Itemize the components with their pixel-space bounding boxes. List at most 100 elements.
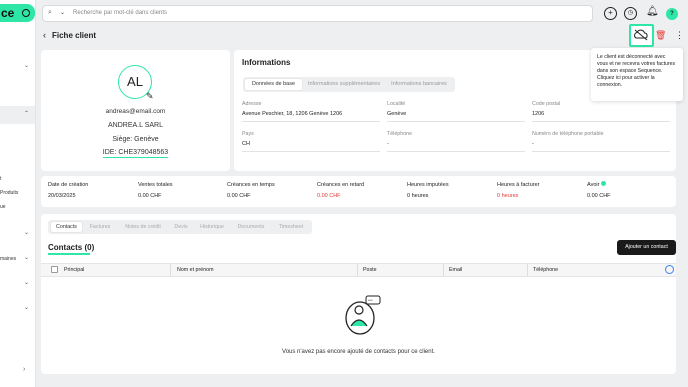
field-label: Code postal: [532, 101, 561, 107]
stat-label: Créances en retard: [317, 182, 365, 188]
field-value: CH: [242, 141, 250, 147]
stat-value: 20/03/2025: [48, 193, 76, 199]
sidebar-item-ue[interactable]: ue: [0, 204, 6, 210]
client-siege: Siège: Genève: [112, 136, 159, 143]
column-settings-icon[interactable]: [665, 265, 674, 274]
stat-value: 0.00 CHF: [138, 193, 162, 199]
field-label: Adresse: [242, 101, 262, 107]
chevron-down-icon[interactable]: ⌄: [24, 229, 29, 236]
chevron-down-icon[interactable]: ⌄: [60, 9, 65, 16]
column-header[interactable]: Poste: [363, 267, 377, 273]
clock-icon[interactable]: ◷: [624, 7, 637, 20]
sidebar-active-item[interactable]: ⌃: [0, 106, 35, 124]
sidebar-item-maines[interactable]: maines: [0, 256, 16, 262]
contacts-title: Contacts (0): [48, 243, 95, 252]
chevron-down-icon[interactable]: ⌄: [24, 254, 29, 261]
select-all-checkbox[interactable]: [51, 266, 58, 273]
back-arrow-icon[interactable]: ‹: [43, 30, 46, 40]
sidebar-item-produits[interactable]: Produits: [0, 190, 18, 196]
info-dot-icon[interactable]: [601, 181, 606, 186]
stat-value: 0.00 CHF: [317, 193, 341, 199]
divider: [242, 121, 380, 122]
search-bar[interactable]: ⌕ ⌄ Recherche par mot-clé dans clients: [42, 5, 593, 22]
svg-text:***: ***: [368, 298, 373, 303]
bell-icon[interactable]: 🔔︎: [646, 6, 659, 17]
cloud-off-icon: [634, 29, 648, 41]
stat-value: 0.00 CHF: [587, 193, 611, 199]
empty-contacts-illustration: ***: [345, 295, 381, 335]
client-company: ANDREA.L SARL: [108, 122, 163, 129]
column-header[interactable]: Email: [449, 267, 462, 273]
client-tabs: Contacts Factures Notes de crédit Devis …: [48, 220, 312, 234]
divider: [387, 121, 525, 122]
stat-label: Heures à facturer: [497, 182, 540, 188]
stat-value: 0 heures: [407, 193, 429, 199]
app-logo[interactable]: ce: [0, 4, 35, 22]
tab-contacts[interactable]: Contacts: [51, 222, 82, 232]
tab-devis[interactable]: Devis: [169, 222, 193, 232]
stat-value: 0 heures: [497, 193, 519, 199]
tab-informations-bancaires[interactable]: Informations bancaires: [386, 79, 452, 90]
stat-label: Créances en temps: [227, 182, 275, 188]
empty-state-text: Vous n'avez pas encore ajouté de contact…: [282, 349, 435, 355]
chevron-down-icon[interactable]: ⌄: [24, 279, 29, 286]
stat-label: Ventes totales: [138, 182, 173, 188]
field-value: Avenue Peschier, 18, 1206 Genève 1206: [242, 111, 343, 117]
stat-label: Avoir: [587, 182, 600, 188]
search-icon: ⌕: [48, 9, 52, 16]
chevron-down-icon[interactable]: ⌄: [24, 304, 29, 311]
column-header[interactable]: Principal: [64, 267, 84, 273]
collapse-sidebar-icon[interactable]: ›: [23, 366, 25, 373]
field-value: 1206: [532, 111, 545, 117]
divider: [170, 264, 171, 276]
ide-value: IDE: CHE379048563: [102, 149, 169, 158]
divider: [532, 151, 670, 152]
tab-informations-supplementaires[interactable]: Informations supplémentaires: [304, 79, 384, 90]
sidebar-item-t[interactable]: t: [0, 176, 1, 182]
tab-historique[interactable]: Historique: [195, 222, 229, 232]
field-value: Genève: [387, 111, 407, 117]
search-input[interactable]: Recherche par mot-clé dans clients: [73, 10, 167, 16]
field-label: Pays: [242, 131, 254, 137]
table-header: [41, 263, 676, 277]
info-tabs: Données de base Informations supplémenta…: [243, 77, 455, 92]
tab-factures[interactable]: Factures: [84, 222, 116, 232]
field-value: -: [532, 141, 534, 147]
stats-bar: [41, 176, 676, 207]
column-header[interactable]: Téléphone: [533, 267, 558, 273]
tab-documents[interactable]: Documents: [231, 222, 271, 232]
column-header[interactable]: Nom et prénom: [177, 267, 214, 273]
tab-notes-de-credit[interactable]: Notes de crédit: [118, 222, 168, 232]
divider: [242, 151, 380, 152]
info-title: Informations: [242, 58, 291, 67]
logo-text: ce: [1, 6, 15, 20]
field-label: Localité: [387, 101, 406, 107]
trash-icon[interactable]: 🗑︎: [655, 30, 666, 41]
stat-label: Heures imputées: [407, 182, 449, 188]
divider: [357, 264, 358, 276]
client-email: andreas@email.com: [105, 108, 166, 115]
divider: [532, 121, 670, 122]
field-label: Téléphone: [387, 131, 413, 137]
more-vertical-icon[interactable]: ⋮: [675, 30, 684, 41]
connection-tooltip: Le client est déconnecté avec vous et ne…: [591, 48, 683, 101]
add-icon[interactable]: +: [604, 7, 617, 20]
divider: [387, 151, 525, 152]
divider: [527, 264, 528, 276]
page-title: Fiche client: [52, 31, 97, 40]
chevron-up-icon: ⌃: [24, 111, 30, 117]
chevron-down-icon[interactable]: ⌄: [24, 62, 29, 69]
edit-pencil-icon[interactable]: ✎: [146, 91, 154, 102]
tab-timesheet[interactable]: Timesheet: [273, 222, 309, 232]
title-underline: [48, 253, 90, 255]
stat-label: Date de création: [48, 182, 89, 188]
logo-dot-icon: [22, 9, 30, 17]
stat-value: 0.00 CHF: [227, 193, 251, 199]
connection-button[interactable]: [629, 24, 654, 47]
field-label: Numéro de téléphone portable: [532, 131, 604, 137]
tab-donnees-de-base[interactable]: Données de base: [245, 79, 302, 90]
add-contact-button[interactable]: Ajouter un contact: [617, 240, 676, 255]
field-value: -: [387, 141, 389, 147]
user-avatar[interactable]: ?: [666, 8, 678, 20]
client-ide: IDE: CHE379048563: [41, 149, 230, 158]
